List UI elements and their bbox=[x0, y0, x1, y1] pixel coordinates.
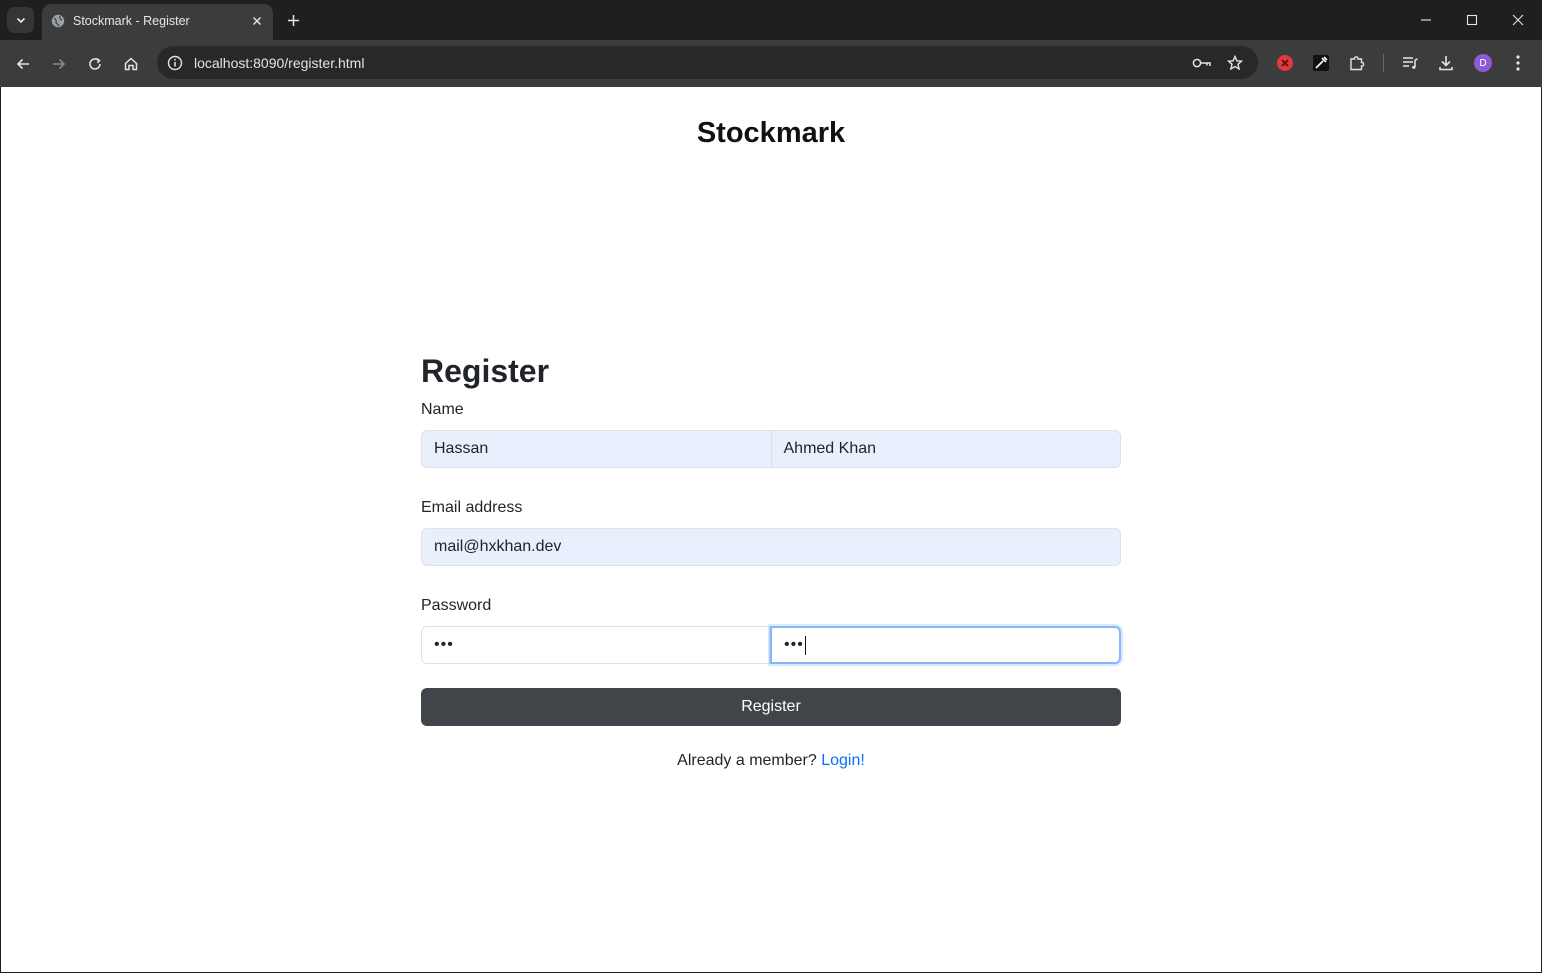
kebab-menu-icon bbox=[1516, 55, 1520, 71]
reload-icon bbox=[89, 57, 101, 70]
text-caret bbox=[804, 635, 806, 655]
register-button[interactable]: Register bbox=[421, 688, 1121, 726]
star-icon bbox=[1227, 55, 1243, 71]
extensions-button[interactable] bbox=[1346, 52, 1368, 74]
eyedropper-icon bbox=[1313, 55, 1329, 71]
password-label: Password bbox=[421, 597, 492, 614]
tab-active[interactable]: Stockmark - Register bbox=[42, 4, 273, 40]
register-form: Register Name Hassan Ahmed Khan Email ad… bbox=[421, 350, 1121, 770]
password-masked-value: ••• bbox=[434, 636, 454, 653]
globe-icon bbox=[51, 14, 65, 28]
home-button[interactable] bbox=[118, 51, 144, 77]
login-link[interactable]: Login! bbox=[821, 752, 865, 769]
browser-menu-button[interactable] bbox=[1507, 52, 1529, 74]
key-icon bbox=[1192, 58, 1211, 68]
email-input[interactable]: mail@hxkhan.dev bbox=[421, 528, 1121, 566]
name-input-group: Hassan Ahmed Khan bbox=[421, 430, 1121, 468]
tab-strip: Stockmark - Register bbox=[0, 0, 1542, 40]
arrow-right-icon bbox=[53, 58, 66, 70]
downloads-button[interactable] bbox=[1435, 52, 1457, 74]
password-manager-button[interactable] bbox=[1192, 53, 1212, 73]
minimize-button[interactable] bbox=[1413, 8, 1439, 32]
close-tab-button[interactable] bbox=[249, 13, 265, 29]
close-icon bbox=[1512, 14, 1524, 26]
form-title: Register bbox=[421, 353, 550, 389]
eyedropper-extension-button[interactable] bbox=[1310, 52, 1332, 74]
password-input[interactable]: ••• bbox=[421, 626, 770, 664]
site-info-button[interactable] bbox=[165, 53, 184, 72]
close-icon bbox=[253, 17, 261, 25]
chevron-down-icon bbox=[16, 17, 25, 24]
home-icon bbox=[124, 57, 138, 71]
extension-error-button[interactable] bbox=[1274, 52, 1296, 74]
confirm-password-masked-value: ••• bbox=[784, 636, 804, 653]
media-controls-button[interactable] bbox=[1399, 52, 1421, 74]
login-prompt: Already a member? Login! bbox=[421, 752, 1121, 770]
email-label: Email address bbox=[421, 499, 523, 516]
reload-button[interactable] bbox=[82, 51, 108, 77]
minimize-icon bbox=[1421, 19, 1431, 21]
first-name-input[interactable]: Hassan bbox=[421, 430, 772, 468]
member-text: Already a member? bbox=[677, 752, 817, 769]
address-bar[interactable]: localhost:8090/register.html bbox=[157, 46, 1258, 79]
toolbar-separator bbox=[1383, 54, 1384, 72]
tab-search-button[interactable] bbox=[7, 7, 34, 33]
bookmark-button[interactable] bbox=[1225, 53, 1245, 73]
tab-title: Stockmark - Register bbox=[73, 14, 190, 28]
confirm-password-input[interactable]: ••• bbox=[770, 626, 1121, 664]
puzzle-icon bbox=[1350, 56, 1365, 71]
last-name-input[interactable]: Ahmed Khan bbox=[771, 430, 1121, 468]
password-input-group: ••• ••• bbox=[421, 626, 1121, 664]
maximize-button[interactable] bbox=[1459, 8, 1485, 32]
profile-avatar[interactable]: D bbox=[1474, 54, 1492, 72]
url-text[interactable]: localhost:8090/register.html bbox=[194, 55, 364, 71]
forward-button[interactable] bbox=[46, 51, 72, 77]
arrow-left-icon bbox=[16, 58, 29, 70]
media-icon bbox=[1403, 57, 1418, 69]
error-icon bbox=[1277, 55, 1293, 71]
email-input-group: mail@hxkhan.dev bbox=[421, 528, 1121, 566]
close-window-button[interactable] bbox=[1505, 8, 1531, 32]
name-label: Name bbox=[421, 401, 464, 418]
download-icon bbox=[1439, 56, 1453, 71]
maximize-icon bbox=[1466, 14, 1478, 26]
brand-title: Stockmark bbox=[696, 117, 846, 149]
page-content: Stockmark Register Name Hassan Ahmed Kha… bbox=[1, 87, 1541, 972]
back-button[interactable] bbox=[10, 51, 36, 77]
new-tab-button[interactable] bbox=[283, 10, 303, 30]
info-icon bbox=[167, 55, 182, 70]
plus-icon bbox=[287, 14, 299, 26]
browser-toolbar: localhost:8090/register.html bbox=[0, 40, 1542, 87]
